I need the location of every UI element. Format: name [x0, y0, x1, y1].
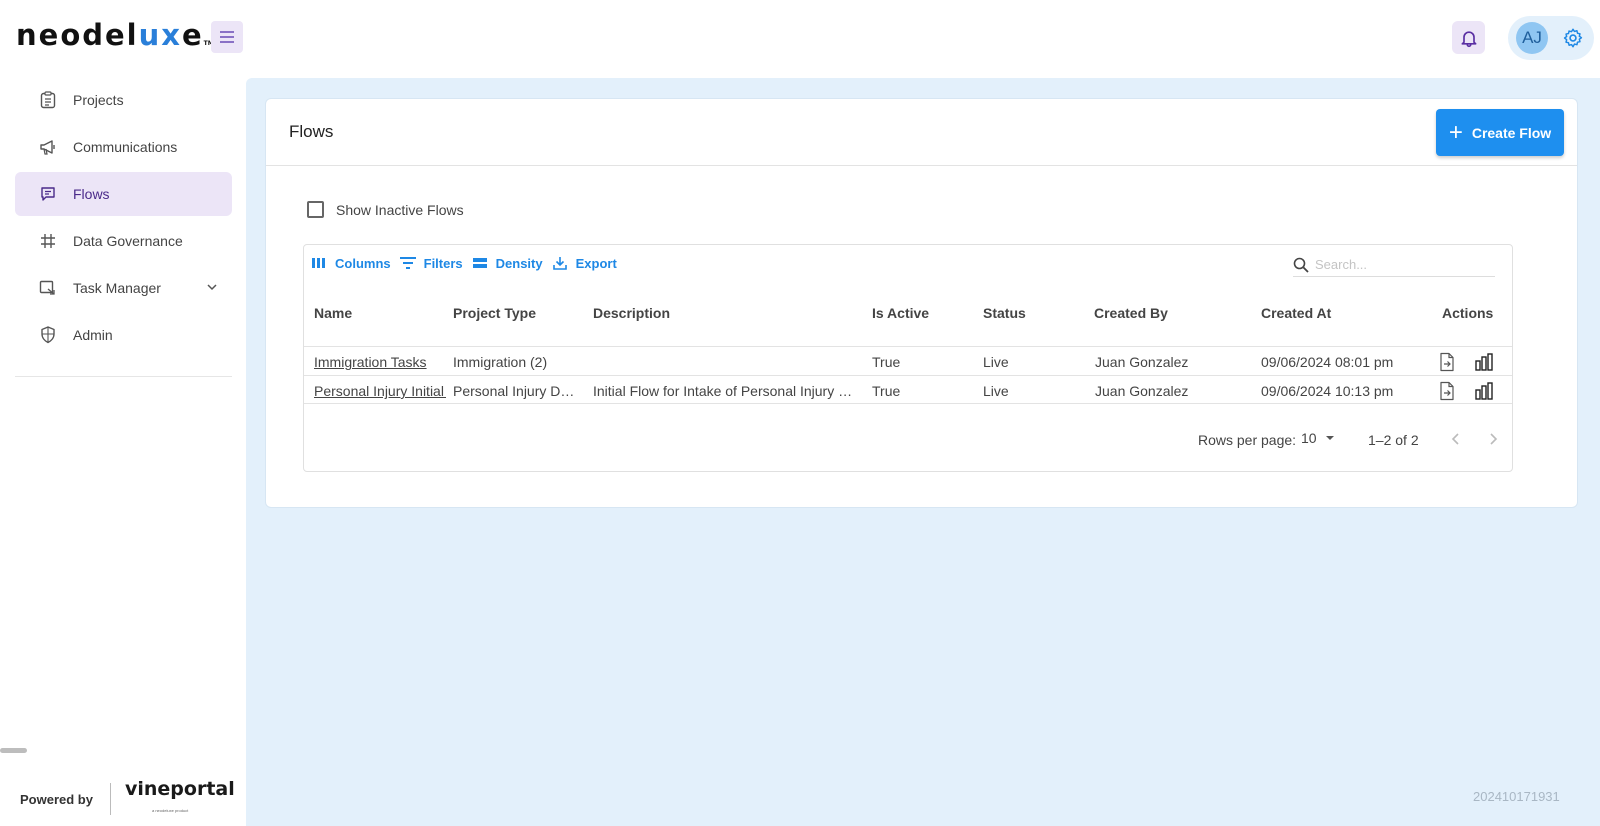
- header-project-type[interactable]: Project Type: [453, 305, 536, 321]
- user-menu: AJ: [1508, 16, 1594, 60]
- header-name[interactable]: Name: [314, 305, 352, 321]
- cell-created-by: Juan Gonzalez: [1095, 354, 1189, 370]
- main-content: Flows + Create Flow Show Inactive Flows …: [246, 78, 1600, 826]
- chevron-right-icon[interactable]: [1484, 430, 1502, 448]
- show-inactive-toggle[interactable]: Show Inactive Flows: [307, 201, 464, 218]
- sidebar-item-flows[interactable]: Flows: [15, 172, 232, 216]
- sidebar-divider: [15, 376, 232, 377]
- megaphone-icon: [38, 137, 58, 157]
- cell-project-type: Personal Injury Demo: [453, 383, 581, 399]
- sidebar-item-admin[interactable]: Admin: [15, 313, 232, 357]
- open-file-icon[interactable]: [1437, 381, 1457, 401]
- table-row[interactable]: Personal Injury Initial Intake Personal …: [304, 375, 1512, 404]
- sidebar-item-task-manager[interactable]: Task Manager: [15, 266, 232, 310]
- create-flow-label: Create Flow: [1471, 124, 1552, 141]
- clipboard-icon: [38, 90, 58, 110]
- cell-created-at: 09/06/2024 08:01 pm: [1261, 354, 1394, 370]
- header-description[interactable]: Description: [593, 305, 670, 321]
- columns-label: Columns: [335, 255, 391, 271]
- export-label: Export: [575, 255, 617, 271]
- chevron-down-icon: [206, 280, 218, 298]
- create-flow-button[interactable]: + Create Flow: [1436, 109, 1564, 156]
- caret-down-icon: [1325, 436, 1334, 440]
- rows-per-page-select[interactable]: 10: [1301, 430, 1337, 446]
- header-created-at[interactable]: Created At: [1261, 305, 1331, 321]
- cell-description: Initial Flow for Intake of Personal Inju…: [593, 383, 855, 399]
- build-id: 202410171931: [1473, 789, 1560, 804]
- vineportal-logo: vineportal: [125, 778, 235, 800]
- sidebar-item-label: Communications: [73, 139, 178, 155]
- download-icon: [552, 255, 568, 271]
- sidebar-item-label: Projects: [73, 92, 124, 108]
- search-input[interactable]: [1315, 257, 1485, 272]
- open-file-icon[interactable]: [1437, 352, 1457, 372]
- sidebar-item-label: Task Manager: [73, 280, 161, 296]
- pagination: Rows per page: 10 1–2 of 2: [304, 425, 1512, 455]
- cell-created-by: Juan Gonzalez: [1095, 383, 1189, 399]
- columns-button[interactable]: Columns: [311, 255, 391, 271]
- sidebar: Projects Communications Flows Data Gover…: [0, 78, 246, 826]
- rows-per-page-label: Rows per page:: [1198, 432, 1297, 448]
- app-logo[interactable]: neodeluxeTM: [16, 18, 214, 52]
- divider: [110, 783, 111, 815]
- sidebar-scroll-handle[interactable]: [0, 748, 27, 753]
- header-actions: Actions: [1442, 305, 1494, 321]
- vineportal-tagline: a neodeluxe product: [152, 808, 189, 813]
- filters-button[interactable]: Filters: [399, 255, 463, 271]
- cell-status: Live: [983, 383, 1009, 399]
- density-button[interactable]: Density: [472, 255, 543, 271]
- bell-icon: [1461, 30, 1476, 47]
- menu-toggle-button[interactable]: [211, 21, 243, 53]
- powered-by-label: Powered by: [20, 792, 93, 807]
- sidebar-item-label: Admin: [73, 327, 113, 343]
- plus-icon: +: [1448, 118, 1463, 146]
- flows-card: Flows + Create Flow Show Inactive Flows …: [265, 98, 1578, 508]
- avatar[interactable]: AJ: [1516, 22, 1548, 54]
- shield-icon: [38, 325, 58, 345]
- cell-is-active: True: [872, 354, 901, 370]
- filter-icon: [399, 255, 416, 271]
- search-icon: [1293, 257, 1309, 273]
- cell-status: Live: [983, 354, 1009, 370]
- gear-icon[interactable]: [1562, 27, 1584, 49]
- show-inactive-label: Show Inactive Flows: [336, 201, 464, 218]
- bar-chart-icon[interactable]: [1474, 352, 1494, 372]
- grid-toolbar: Columns Filters Density Export: [311, 255, 626, 271]
- grid-icon: [38, 231, 58, 251]
- sidebar-item-label: Data Governance: [73, 233, 183, 249]
- cell-is-active: True: [872, 383, 901, 399]
- cell-created-at: 09/06/2024 10:13 pm: [1261, 383, 1394, 399]
- sidebar-item-communications[interactable]: Communications: [15, 125, 232, 169]
- header-is-active[interactable]: Is Active: [872, 305, 929, 321]
- header-status[interactable]: Status: [983, 305, 1026, 321]
- flow-name-link[interactable]: Immigration Tasks: [314, 354, 446, 370]
- columns-icon: [311, 255, 327, 271]
- chevron-left-icon[interactable]: [1447, 430, 1465, 448]
- table-row[interactable]: Immigration Tasks Immigration (2) True L…: [304, 346, 1512, 375]
- page-title: Flows: [289, 122, 334, 141]
- sidebar-item-projects[interactable]: Projects: [15, 78, 232, 122]
- show-inactive-checkbox[interactable]: [307, 201, 324, 218]
- sidebar-item-label: Flows: [73, 186, 110, 202]
- divider: [266, 165, 1577, 166]
- density-label: Density: [495, 255, 543, 271]
- search-field[interactable]: [1293, 253, 1495, 277]
- flow-name-link[interactable]: Personal Injury Initial Intake: [314, 383, 446, 399]
- filters-label: Filters: [423, 255, 463, 271]
- bar-chart-icon[interactable]: [1474, 381, 1494, 401]
- pagination-range: 1–2 of 2: [1368, 432, 1419, 448]
- cell-project-type: Immigration (2): [453, 354, 548, 370]
- rows-per-page-value: 10: [1301, 430, 1317, 446]
- sidebar-item-data-governance[interactable]: Data Governance: [15, 219, 232, 263]
- task-icon: [38, 278, 58, 298]
- notifications-button[interactable]: [1452, 21, 1485, 54]
- header-created-by[interactable]: Created By: [1094, 305, 1168, 321]
- hamburger-icon: [220, 31, 234, 43]
- app-header: neodeluxeTM AJ: [0, 0, 1600, 78]
- message-square-icon: [38, 184, 58, 204]
- flows-table: Columns Filters Density Export Search...…: [303, 244, 1513, 472]
- export-button[interactable]: Export: [552, 255, 617, 271]
- density-icon: [472, 255, 488, 271]
